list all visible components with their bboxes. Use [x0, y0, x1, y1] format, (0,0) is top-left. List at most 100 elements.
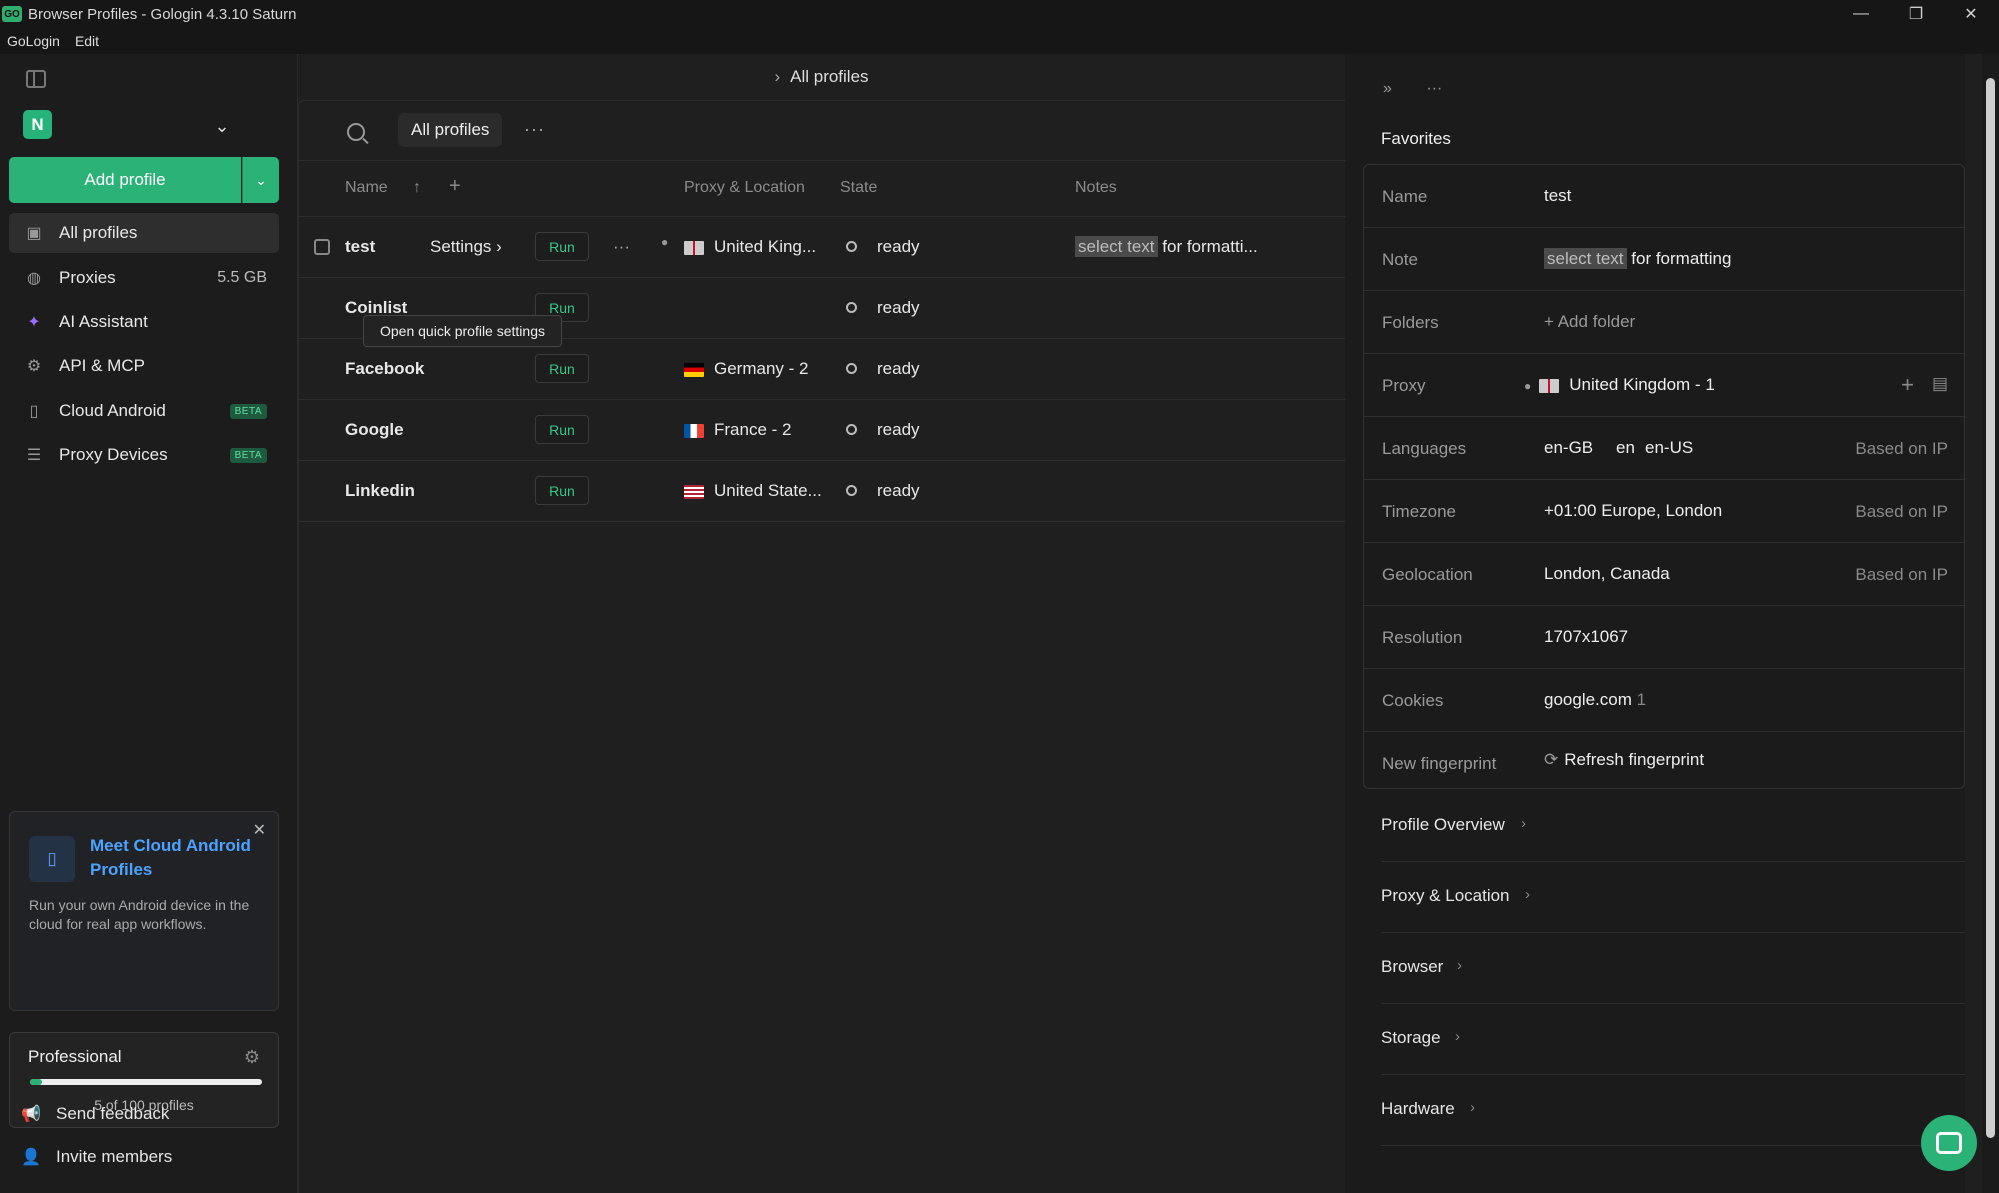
proxy-location[interactable]: United King...	[684, 237, 816, 257]
collapse-panel-icon[interactable]: »	[1383, 80, 1392, 97]
proxy-location[interactable]: United State...	[684, 481, 822, 501]
invite-members-button[interactable]: 👤 Invite members	[20, 1146, 172, 1168]
sidebar-item-label: API & MCP	[59, 356, 145, 375]
panel-more-icon[interactable]: ···	[1426, 80, 1442, 97]
cloud-android-promo[interactable]: ▯ ✕ Meet Cloud Android Profiles Run your…	[9, 811, 279, 1011]
gear-icon[interactable]: ⚙	[244, 1047, 260, 1068]
row-checkbox[interactable]	[314, 239, 330, 255]
footer-label: Send feedback	[56, 1104, 170, 1123]
field-fingerprint[interactable]: New fingerprint ⟳ Refresh fingerprint	[1364, 732, 1966, 790]
column-header-proxy[interactable]: Proxy & Location	[684, 179, 805, 197]
sidebar-toggle-icon[interactable]	[26, 70, 46, 88]
add-column-icon[interactable]: +	[449, 175, 461, 198]
field-folders[interactable]: Folders + Add folder	[1364, 291, 1966, 354]
field-label: Languages	[1382, 439, 1467, 458]
sidebar-item-ai-assistant[interactable]: ✦ AI Assistant	[9, 302, 279, 342]
section-hardware[interactable]: Hardware ›	[1381, 1075, 1965, 1146]
field-note[interactable]: Note select text for formatting	[1364, 228, 1966, 291]
field-geolocation[interactable]: Geolocation London, Canada Based on IP	[1364, 543, 1966, 606]
run-button[interactable]: Run	[535, 354, 589, 383]
clipboard-icon[interactable]: ▤	[1932, 374, 1948, 394]
refresh-fingerprint-button[interactable]: ⟳ Refresh fingerprint	[1544, 750, 1704, 770]
run-button[interactable]: Run	[535, 476, 589, 505]
favorites-box: Name test Note select text for formattin…	[1363, 164, 1966, 790]
column-header-notes[interactable]: Notes	[1075, 179, 1117, 197]
section-browser[interactable]: Browser ›	[1381, 933, 1965, 1004]
add-profile-dropdown-icon[interactable]: ⌄	[242, 157, 279, 203]
column-header-name[interactable]: Name	[345, 179, 388, 197]
plan-usage-bar	[30, 1079, 262, 1085]
phone-icon: ▯	[29, 836, 75, 882]
chat-support-button[interactable]	[1921, 1115, 1977, 1171]
sidebar-item-api-mcp[interactable]: ⚙ API & MCP	[9, 346, 279, 386]
promo-title[interactable]: Meet Cloud Android Profiles	[90, 834, 260, 882]
maximize-button[interactable]: ❐	[1888, 0, 1944, 28]
add-folder-button[interactable]: + Add folder	[1544, 312, 1635, 332]
section-label: Hardware	[1381, 1099, 1455, 1118]
scrollbar-thumb[interactable]	[1986, 78, 1995, 1138]
scrollbar[interactable]	[1982, 54, 1999, 1193]
state-circle-icon	[846, 424, 857, 435]
more-options-icon[interactable]: ···	[524, 119, 545, 140]
sidebar-item-all-profiles[interactable]: ▣ All profiles	[9, 213, 279, 253]
section-storage[interactable]: Storage ›	[1381, 1004, 1965, 1075]
run-button[interactable]: Run	[535, 415, 589, 444]
table-row[interactable]: Facebook Run Germany - 2 ready	[299, 339, 1346, 400]
workspace-chevron-down-icon[interactable]: ⌄	[210, 114, 234, 138]
field-label: Note	[1382, 250, 1418, 269]
breadcrumb: › All profiles	[298, 54, 1345, 100]
row-more-icon[interactable]: ···	[613, 237, 630, 257]
field-resolution[interactable]: Resolution 1707x1067	[1364, 606, 1966, 669]
table-row[interactable]: Google Run France - 2 ready	[299, 400, 1346, 461]
workspace-avatar[interactable]: N	[23, 110, 52, 139]
field-proxy[interactable]: Proxy ● United Kingdom - 1 + ▤	[1364, 354, 1966, 417]
field-name[interactable]: Name test	[1364, 165, 1966, 228]
menu-gologin[interactable]: GoLogin	[7, 33, 60, 49]
menu-edit[interactable]: Edit	[75, 33, 99, 49]
sidebar-item-label: Proxies	[59, 268, 116, 287]
field-timezone[interactable]: Timezone +01:00 Europe, London Based on …	[1364, 480, 1966, 543]
section-profile-overview[interactable]: Profile Overview ›	[1381, 791, 1965, 862]
proxy-location[interactable]: Germany - 2	[684, 359, 808, 379]
run-button[interactable]: Run	[535, 232, 589, 261]
send-feedback-button[interactable]: 📢 Send feedback	[20, 1103, 169, 1125]
profile-note[interactable]: select text for formatti...	[1075, 236, 1258, 257]
sidebar-item-proxy-devices[interactable]: ☰ Proxy Devices BETA	[9, 435, 279, 475]
profile-name[interactable]: test	[345, 237, 375, 257]
close-button[interactable]: ✕	[1943, 0, 1999, 28]
search-icon[interactable]	[347, 123, 365, 141]
field-label: Proxy	[1382, 376, 1426, 395]
footer-label: Invite members	[56, 1147, 173, 1166]
profile-name[interactable]: Google	[345, 420, 404, 440]
field-value[interactable]: test	[1544, 186, 1571, 206]
proxy-value[interactable]: ● United Kingdom - 1	[1524, 375, 1715, 395]
settings-link[interactable]: Settings ›	[430, 237, 502, 257]
sidebar-item-proxies[interactable]: ◍ Proxies 5.5 GB	[9, 258, 279, 298]
table-row[interactable]: test Settings › Run ··· ● United King...…	[299, 217, 1346, 278]
proxy-location[interactable]: France - 2	[684, 420, 791, 440]
minimize-button[interactable]: —	[1833, 0, 1889, 28]
state-circle-icon	[846, 363, 857, 374]
section-label: Browser	[1381, 957, 1444, 976]
add-profile-button[interactable]: Add profile	[9, 157, 241, 203]
breadcrumb-current[interactable]: All profiles	[790, 67, 868, 87]
based-on-ip: Based on IP	[1855, 439, 1948, 458]
column-header-state[interactable]: State	[840, 179, 877, 197]
phone-icon: ▯	[29, 403, 39, 420]
profile-name[interactable]: Facebook	[345, 359, 424, 379]
field-value[interactable]: select text for formatting	[1544, 248, 1731, 269]
section-proxy-location[interactable]: Proxy & Location ›	[1381, 862, 1965, 933]
status-dot-icon: ●	[661, 235, 669, 249]
add-proxy-icon[interactable]: +	[1901, 372, 1914, 398]
beta-badge: BETA	[229, 403, 267, 419]
sort-asc-icon[interactable]: ↑	[413, 179, 421, 197]
profile-details-panel: » ··· Favorites Name test Note select te…	[1345, 54, 1966, 1193]
sidebar-item-label: AI Assistant	[59, 312, 148, 331]
table-row[interactable]: Linkedin Run United State... ready	[299, 461, 1346, 522]
field-cookies[interactable]: Cookies google.com 1	[1364, 669, 1966, 732]
plan-name: Professional	[28, 1047, 122, 1066]
profile-name[interactable]: Linkedin	[345, 481, 415, 501]
tab-all-profiles[interactable]: All profiles	[398, 113, 503, 147]
field-languages[interactable]: Languages en-GB en en-US Based on IP	[1364, 417, 1966, 480]
sidebar-item-cloud-android[interactable]: ▯ Cloud Android BETA	[9, 391, 279, 431]
